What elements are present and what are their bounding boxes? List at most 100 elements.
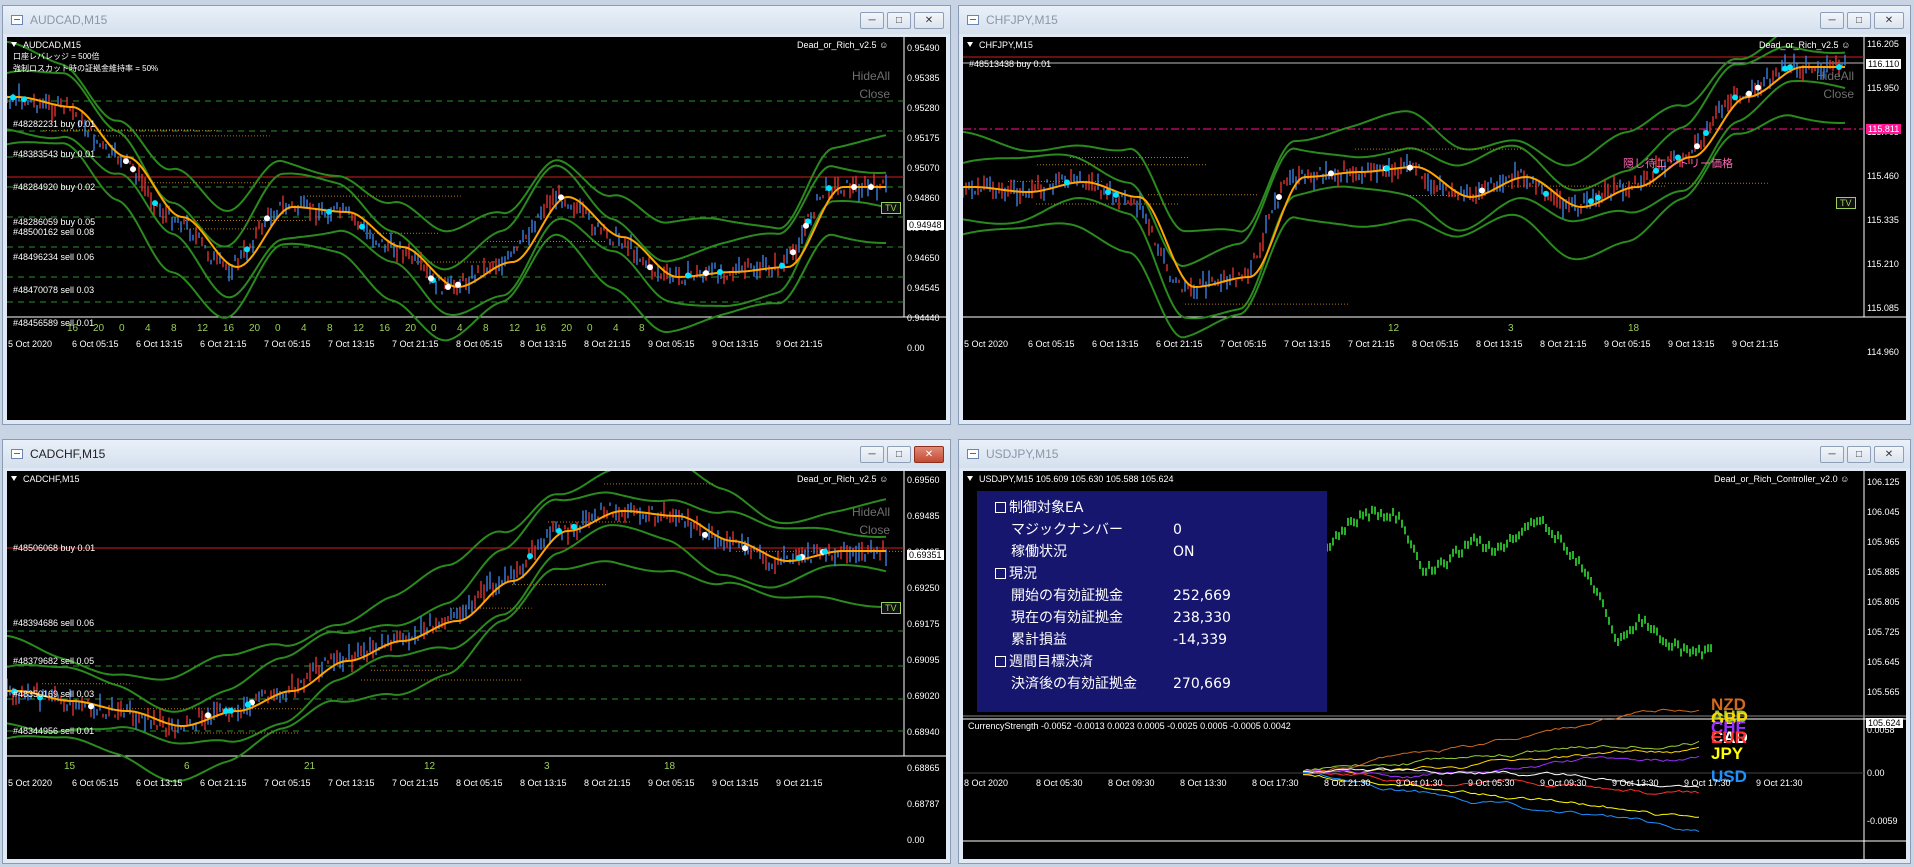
time-axis-label: 8 Oct 13:15 (520, 339, 567, 349)
session-hour-label: 4 (145, 323, 151, 334)
chart-audcad[interactable]: AUDCAD,M15 口座レバレッジ = 500倍 強制ロスカット時の証拠金維持… (7, 37, 946, 420)
order-label: #48282231 buy 0.01 (13, 119, 96, 129)
titlebar-cadchf[interactable]: CADCHF,M15 ─ □ ✕ (3, 440, 950, 468)
session-hour-label: 8 (483, 323, 489, 334)
leverage-info: 口座レバレッジ = 500倍 (13, 52, 100, 61)
session-hour-label: 15 (64, 761, 76, 772)
titlebar-chfjpy[interactable]: CHFJPY,M15 ─ □ ✕ (959, 6, 1910, 34)
panel-row-start-equity: 開始の有効証拠金 252,669 (1011, 588, 1231, 604)
dropdown-triangle-icon[interactable] (967, 42, 973, 47)
hideall-button[interactable]: HideAll (852, 67, 890, 85)
price-axis-label: 0.69020 (907, 691, 940, 701)
session-hour-label: 12 (424, 761, 436, 772)
price-axis-label: 0.69560 (907, 475, 940, 485)
session-hour-label: 12 (509, 323, 521, 334)
chart-usdjpy[interactable]: USDJPY,M15 105.609 105.630 105.588 105.6… (963, 471, 1906, 859)
dropdown-triangle-icon[interactable] (11, 42, 17, 47)
price-axis-label: 0.95070 (907, 163, 940, 173)
time-axis-label: 7 Oct 13:15 (1284, 339, 1331, 349)
close-button[interactable]: ✕ (914, 446, 944, 463)
time-axis-label: 7 Oct 13:15 (328, 778, 375, 788)
time-axis-label: 9 Oct 05:15 (648, 778, 695, 788)
time-axis-label: 6 Oct 05:15 (72, 778, 119, 788)
window-chfjpy[interactable]: CHFJPY,M15 ─ □ ✕ CHFJPY,M15 #48513438 bu… (958, 5, 1911, 425)
order-label: #48379682 sell 0.05 (13, 656, 95, 666)
window-title: CADCHF,M15 (30, 447, 106, 461)
price-axis-label: 0.69175 (907, 619, 940, 629)
price-axis-label: 105.645 (1867, 657, 1900, 667)
panel-row-after-equity: 決済後の有効証拠金 270,669 (1011, 676, 1231, 692)
hidden-entry-label: 隠し待エントリー価格 (1623, 158, 1733, 170)
chart-chfjpy[interactable]: CHFJPY,M15 #48513438 buy 0.01 Dead_or_Ri… (963, 37, 1906, 420)
panel-row-status: 稼働状況 ON (1011, 544, 1195, 560)
titlebar-usdjpy[interactable]: USDJPY,M15 ─ □ ✕ (959, 440, 1910, 468)
minimize-button[interactable]: ─ (860, 446, 884, 463)
chart-symbol-label: CHFJPY,M15 (967, 40, 1033, 50)
time-axis-label: 7 Oct 13:15 (328, 339, 375, 349)
hide-all-buttons[interactable]: HideAll Close (852, 67, 890, 103)
window-audcad[interactable]: AUDCAD,M15 ─ □ ✕ AUDCAD,M15 口座レバレッジ = 50… (2, 5, 951, 425)
tv-button[interactable]: TV (881, 602, 901, 614)
titlebar-audcad[interactable]: AUDCAD,M15 ─ □ ✕ (3, 6, 950, 34)
order-label: #48506068 buy 0.01 (13, 543, 96, 553)
close-order-button[interactable]: Close (1816, 85, 1854, 103)
time-axis-label: 6 Oct 05:15 (1028, 339, 1075, 349)
session-hour-label: 20 (249, 323, 261, 334)
time-axis-label: 5 Oct 2020 (8, 339, 53, 349)
ea-name-label: Dead_or_Rich_Controller_v2.0 ☺ (1714, 474, 1850, 484)
close-button[interactable]: ✕ (914, 12, 944, 29)
minimize-button[interactable]: ─ (1820, 446, 1844, 463)
session-hour-label: 8 (639, 323, 645, 334)
hideall-button[interactable]: HideAll (852, 503, 890, 521)
session-hour-label: 12 (197, 323, 209, 334)
session-hour-label: 3 (1508, 323, 1514, 334)
price-axis-label: 0.95385 (907, 73, 940, 83)
maximize-button[interactable]: □ (1847, 446, 1871, 463)
price-axis-label: 105.965 (1867, 537, 1900, 547)
close-order-button[interactable]: Close (852, 85, 890, 103)
session-hour-label: 20 (93, 323, 105, 334)
price-axis-label: 0.68787 (907, 799, 940, 809)
tv-button[interactable]: TV (1836, 197, 1856, 209)
smiley-icon: ☺ (879, 40, 889, 50)
time-axis-label: 6 Oct 21:15 (200, 778, 247, 788)
window-cadchf[interactable]: CADCHF,M15 ─ □ ✕ CADCHF,M15 Dead_or_Rich… (2, 439, 951, 864)
session-hour-label: 3 (544, 761, 550, 772)
session-hour-label: 16 (67, 323, 79, 334)
close-button[interactable]: ✕ (1874, 446, 1904, 463)
time-axis-label: 5 Oct 2020 (964, 339, 1009, 349)
time-axis-label: 7 Oct 21:15 (1348, 339, 1395, 349)
dropdown-triangle-icon[interactable] (11, 476, 17, 481)
maximize-button[interactable]: □ (887, 12, 911, 29)
session-hour-label: 21 (304, 761, 316, 772)
price-axis-label: 0.95175 (907, 133, 940, 143)
hide-all-buttons[interactable]: HideAll Close (852, 503, 890, 539)
close-order-button[interactable]: Close (852, 521, 890, 539)
price-plot (7, 471, 946, 783)
hideall-button[interactable]: HideAll (1816, 67, 1854, 85)
minimize-button[interactable]: ─ (1820, 12, 1844, 29)
maximize-button[interactable]: □ (1847, 12, 1871, 29)
ea-name-label: Dead_or_Rich_v2.5 ☺ (797, 474, 889, 484)
hide-all-buttons[interactable]: HideAll Close (1816, 67, 1854, 103)
price-axis-label: 115.460 (1867, 171, 1899, 181)
close-button[interactable]: ✕ (1874, 12, 1904, 29)
price-axis-label: 105.885 (1867, 567, 1900, 577)
price-axis-label: 115.950 (1867, 83, 1899, 93)
time-axis-label: 9 Oct 13:15 (712, 339, 759, 349)
maximize-button[interactable]: □ (887, 446, 911, 463)
time-axis-label: 6 Oct 13:15 (1092, 339, 1139, 349)
chart-cadchf[interactable]: CADCHF,M15 Dead_or_Rich_v2.5 ☺ HideAll C… (7, 471, 946, 859)
order-label: #48470078 sell 0.03 (13, 285, 95, 295)
time-axis-label: 9 Oct 21:15 (776, 778, 823, 788)
minimize-button[interactable]: ─ (860, 12, 884, 29)
tv-button[interactable]: TV (881, 202, 901, 214)
window-usdjpy[interactable]: USDJPY,M15 ─ □ ✕ USDJPY,M15 105.609 105.… (958, 439, 1911, 864)
panel-row-magic: マジックナンバー 0 (1011, 522, 1182, 538)
losscut-info: 強制ロスカット時の証拠金維持率 = 50% (13, 64, 159, 73)
session-hour-label: 20 (561, 323, 573, 334)
price-axis-label: 115.085 (1867, 303, 1899, 313)
price-axis-label: 106.045 (1867, 507, 1900, 517)
dropdown-triangle-icon[interactable] (967, 476, 973, 481)
panel-row-total-pl: 累計損益 -14,339 (1011, 632, 1228, 648)
